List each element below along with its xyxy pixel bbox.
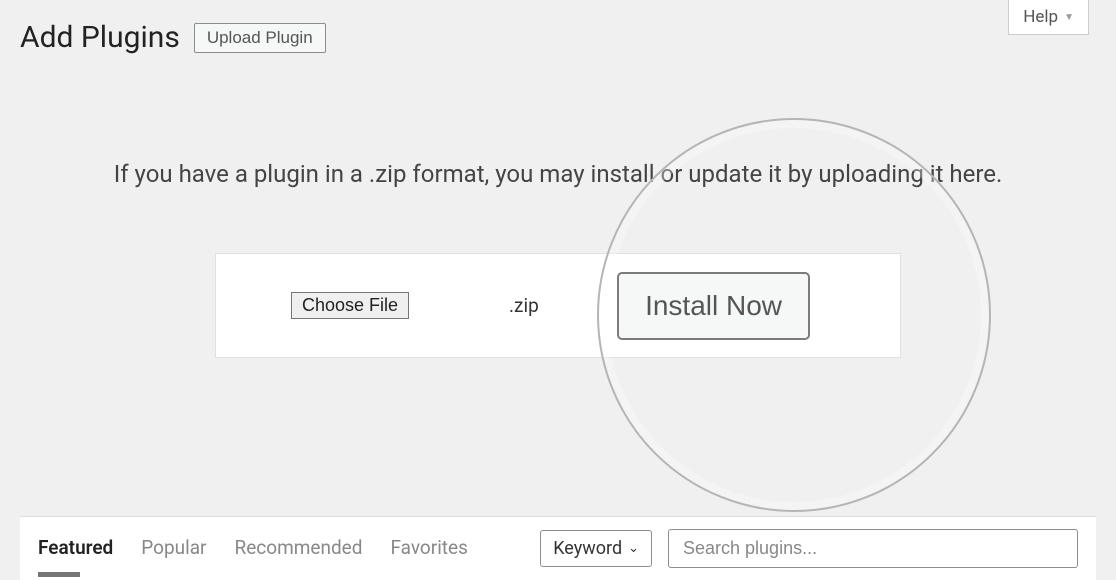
choose-file-button[interactable]: Choose File [291,292,409,319]
upload-instruction: If you have a plugin in a .zip format, y… [0,160,1116,188]
tab-favorites[interactable]: Favorites [390,536,467,561]
chevron-down-icon: ⌄ [628,541,639,556]
search-input[interactable] [668,529,1078,568]
page-title: Add Plugins [20,20,180,55]
upload-plugin-button[interactable]: Upload Plugin [194,23,326,53]
tab-popular[interactable]: Popular [141,536,206,561]
help-tab[interactable]: Help ▼ [1008,0,1089,35]
install-now-button[interactable]: Install Now [617,272,810,340]
upload-panel: Choose File .zip Install Now [215,253,901,358]
chevron-down-icon: ▼ [1064,12,1074,23]
tab-recommended[interactable]: Recommended [235,536,363,561]
filter-bar: Featured Popular Recommended Favorites K… [20,516,1096,580]
search-filter-select[interactable]: Keyword ⌄ [540,530,652,567]
search-filter-label: Keyword [553,538,622,559]
file-extension: .zip [509,294,539,317]
help-label: Help [1023,7,1058,27]
tab-featured[interactable]: Featured [38,536,113,561]
